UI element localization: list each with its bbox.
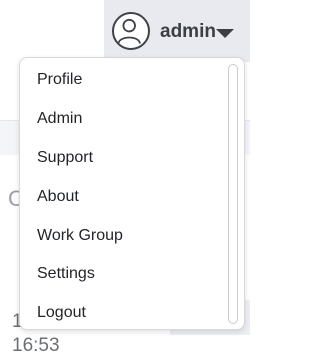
menu-item-admin[interactable]: Admin (37, 109, 82, 129)
background-time: 16:53 (12, 335, 60, 356)
menu-item-support[interactable]: Support (37, 148, 93, 168)
dropdown-scrollbar[interactable] (228, 64, 238, 324)
menu-item-logout[interactable]: Logout (37, 303, 86, 323)
menu-item-about[interactable]: About (37, 187, 79, 207)
caret-down-icon[interactable] (216, 29, 234, 38)
user-avatar-icon[interactable] (112, 12, 150, 50)
menu-item-settings[interactable]: Settings (37, 264, 95, 284)
menu-item-work-group[interactable]: Work Group (37, 226, 123, 246)
page-background (0, 0, 104, 62)
menu-item-profile[interactable]: Profile (37, 70, 82, 90)
username-label[interactable]: admin (160, 21, 216, 43)
user-dropdown-menu: Profile Admin Support About Work Group S… (19, 57, 245, 330)
